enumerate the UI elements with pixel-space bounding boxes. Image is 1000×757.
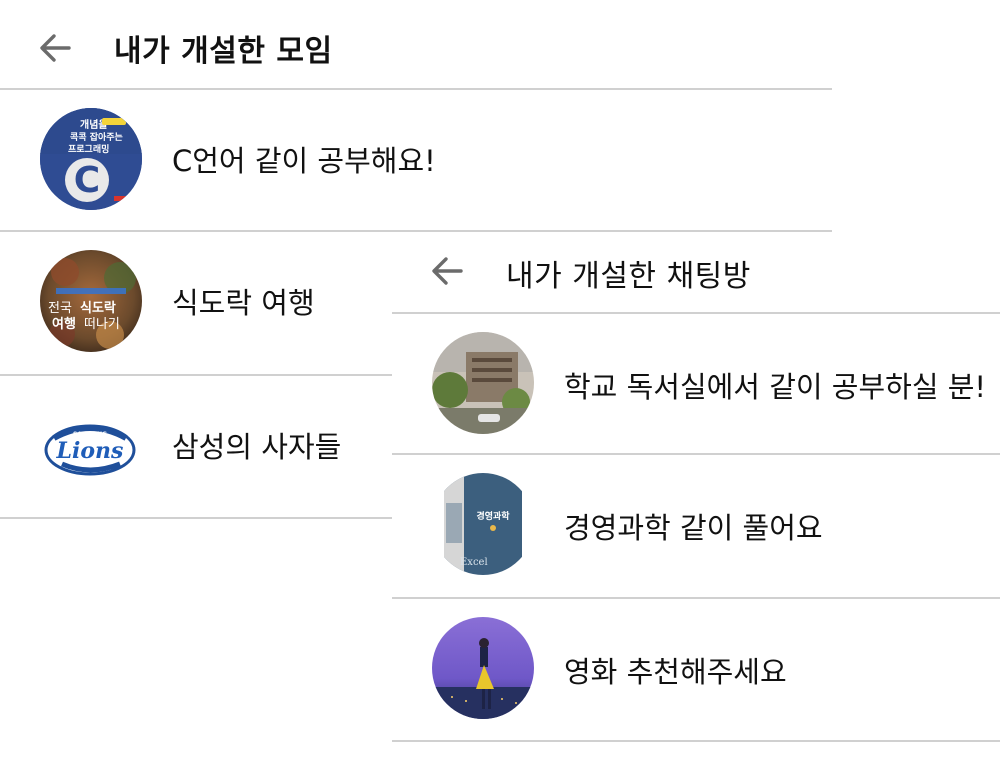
back-arrow-icon [40,34,71,62]
chatrooms-screen: 내가 개설한 채팅방 학교 독서실에서 같이 공부하실 분! 경영과학 Exce… [392,232,1000,757]
svg-text:Excel: Excel [460,557,488,568]
library-thumbnail [432,332,534,434]
svg-text:SAMSUNG: SAMSUNG [73,431,107,438]
svg-text:전국: 전국 [48,301,72,316]
meetup-title: 삼성의 사자들 [172,430,342,464]
page-title: 내가 개설한 채팅방 [506,259,751,294]
divider [392,740,1000,742]
svg-text:프로그래밍: 프로그래밍 [68,143,109,155]
svg-text:식도락: 식도락 [80,300,116,316]
svg-text:C: C [74,160,100,201]
back-button[interactable] [35,28,75,68]
chatroom-item-movie-recommend[interactable]: 영화 추천해주세요 [392,599,1000,739]
food-photo-icon: 전국 식도락 여행 떠나기 [40,250,142,352]
lions-logo-icon: SAMSUNG Lions [44,424,136,476]
management-science-thumbnail: 경영과학 Excel [432,473,534,575]
movie-scene-icon [432,617,534,719]
movie-thumbnail [432,617,534,719]
chatroom-title: 영화 추천해주세요 [564,655,787,689]
book-cover-icon: 경영과학 Excel [444,473,522,575]
lions-logo-thumbnail: SAMSUNG Lions [40,394,142,496]
food-trip-thumbnail: 전국 식도락 여행 떠나기 [40,250,142,352]
svg-text:떠나기: 떠나기 [84,317,120,332]
chatroom-title: 경영과학 같이 풀어요 [564,511,823,545]
meetup-title: 식도락 여행 [172,286,315,320]
building-photo-icon [432,332,534,434]
page-title: 내가 개설한 모임 [114,34,333,69]
c-book-cover-icon: 개념을 콕콕 잡아주는 프로그래밍 C [40,108,142,210]
back-arrow-icon [432,257,463,285]
meetup-item-c-study[interactable]: 개념을 콕콕 잡아주는 프로그래밍 C C언어 같이 공부해요! [0,90,832,230]
chatroom-item-management-science[interactable]: 경영과학 Excel 경영과학 같이 풀어요 [392,455,1000,595]
chatroom-title: 학교 독서실에서 같이 공부하실 분! [564,370,987,404]
app-bar: 내가 개설한 모임 [0,0,832,89]
c-book-thumbnail: 개념을 콕콕 잡아주는 프로그래밍 C [40,108,142,210]
chatroom-item-library-study[interactable]: 학교 독서실에서 같이 공부하실 분! [392,314,1000,454]
svg-text:여행: 여행 [52,316,76,332]
svg-text:Lions: Lions [56,438,124,464]
meetup-title: C언어 같이 공부해요! [172,144,436,178]
back-button[interactable] [427,251,467,291]
app-bar: 내가 개설한 채팅방 [392,232,1000,313]
svg-text:경영과학: 경영과학 [476,510,510,522]
svg-text:콕콕 잡아주는: 콕콕 잡아주는 [70,131,123,143]
